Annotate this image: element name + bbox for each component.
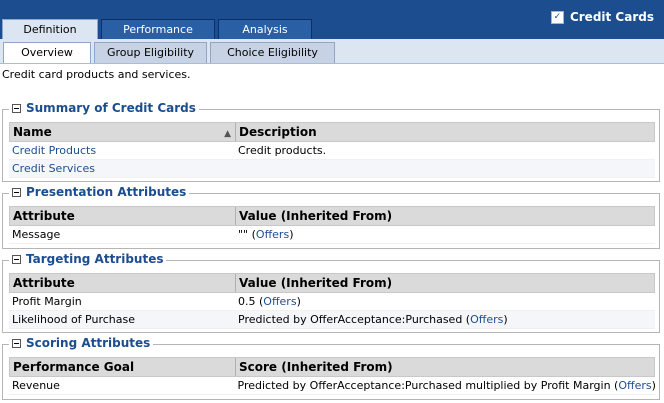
collapse-icon[interactable] <box>12 338 21 348</box>
targeting-table: Attribute Value (Inherited From) Profit … <box>9 273 655 329</box>
section-title: Targeting Attributes <box>26 252 164 266</box>
subtab-overview[interactable]: Overview <box>3 42 91 63</box>
column-header-attribute[interactable]: Attribute <box>10 274 236 292</box>
column-header-name[interactable]: Name ▲ <box>10 123 236 141</box>
column-header-attribute[interactable]: Attribute <box>10 207 236 225</box>
collapse-icon[interactable] <box>12 254 21 264</box>
subtab-choice-eligibility[interactable]: Choice Eligibility <box>210 42 335 63</box>
sub-tab-bar: Overview Group Eligibility Choice Eligib… <box>0 39 664 64</box>
table-row: Credit Services <box>9 160 655 178</box>
section-title: Presentation Attributes <box>26 185 187 199</box>
checkbox-icon: ✓ <box>550 10 564 24</box>
link-offers[interactable]: Offers <box>470 313 503 326</box>
link-offers[interactable]: Offers <box>263 295 296 308</box>
summary-table: Name ▲ Description Credit Products Credit… <box>9 122 655 178</box>
table-row: Revenue Predicted by OfferAcceptance:Pur… <box>9 377 655 395</box>
column-header-performance-goal[interactable]: Performance Goal <box>10 358 236 376</box>
sort-asc-icon: ▲ <box>224 129 231 139</box>
section-title: Summary of Credit Cards <box>26 101 196 115</box>
tab-analysis[interactable]: Analysis <box>218 19 312 39</box>
column-header-value[interactable]: Value (Inherited From) <box>236 207 392 225</box>
section-title: Scoring Attributes <box>26 336 151 350</box>
scoring-table: Performance Goal Score (Inherited From) … <box>9 357 655 395</box>
summary-section: Summary of Credit Cards Name ▲ Descriptio… <box>2 101 660 182</box>
collapse-icon[interactable] <box>12 187 21 197</box>
tab-performance[interactable]: Performance <box>101 19 215 39</box>
subtab-group-eligibility[interactable]: Group Eligibility <box>94 42 207 63</box>
table-row: Profit Margin 0.5 (Offers) <box>9 293 655 311</box>
link-offers[interactable]: Offers <box>256 228 289 241</box>
scoring-section: Scoring Attributes Performance Goal Scor… <box>2 336 660 400</box>
page-description: Credit card products and services. <box>2 68 191 81</box>
column-header-description[interactable]: Description <box>236 123 317 141</box>
table-row: Message "" (Offers) <box>9 226 655 244</box>
presentation-table: Attribute Value (Inherited From) Message… <box>9 206 655 244</box>
column-header-score[interactable]: Score (Inherited From) <box>236 358 393 376</box>
link-credit-services[interactable]: Credit Services <box>12 162 95 175</box>
table-row: Credit Products Credit products. <box>9 142 655 160</box>
targeting-section: Targeting Attributes Attribute Value (In… <box>2 252 660 333</box>
brand-title: Credit Cards <box>569 10 654 24</box>
tab-definition[interactable]: Definition <box>2 19 98 40</box>
table-row: Likelihood of Purchase Predicted by Offe… <box>9 311 655 329</box>
column-header-value[interactable]: Value (Inherited From) <box>236 274 392 292</box>
link-credit-products[interactable]: Credit Products <box>12 144 96 157</box>
collapse-icon[interactable] <box>12 103 21 113</box>
link-offers[interactable]: Offers <box>618 379 651 392</box>
presentation-section: Presentation Attributes Attribute Value … <box>2 185 660 249</box>
brand: ✓ Credit Cards <box>550 10 654 24</box>
top-tab-bar: Definition Performance Analysis ✓ Credit… <box>0 0 664 40</box>
